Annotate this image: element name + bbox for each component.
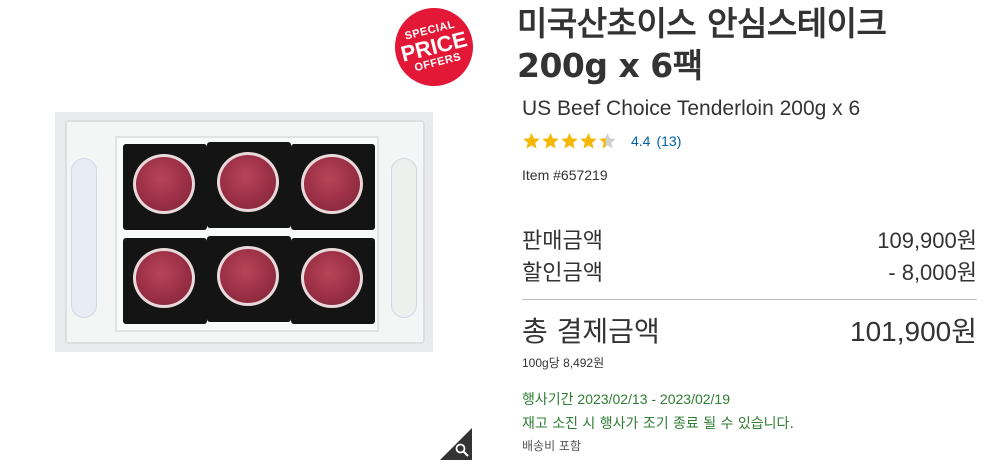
sale-price-row: 판매금액 109,900원 [517, 223, 977, 255]
product-title: 미국산초이스 안심스테이크 200g x 6팩 [517, 4, 887, 85]
star-icon [542, 133, 559, 149]
star-icon [599, 133, 616, 149]
total-price-row: 총 결제금액 101,900원 [517, 310, 977, 350]
product-info: 미국산초이스 안심스테이크 200g x 6팩 US Beef Choice T… [517, 0, 977, 454]
special-price-badge: SPECIAL PRICE OFFERS [386, 0, 482, 95]
shipping-info: 배송비 포함 [522, 439, 582, 453]
discount-value: - 8,000원 [888, 260, 977, 285]
total-price-label: 총 결제금액 [522, 315, 660, 348]
discount-label: 할인금액 [522, 261, 603, 286]
rating[interactable]: 4.4 (13) [517, 132, 977, 150]
steak-pack [123, 238, 207, 324]
discount-row: 할인금액 - 8,000원 [517, 255, 977, 287]
steak-pack [207, 236, 291, 322]
product-image[interactable] [55, 112, 433, 352]
star-icon [580, 133, 597, 149]
promo-note: 재고 소진 시 행사가 조기 종료 될 수 있습니다. [522, 416, 794, 432]
magnifier-icon [455, 443, 469, 457]
steak-pack [291, 144, 375, 230]
sale-price-label: 판매금액 [522, 229, 603, 254]
sale-price-value: 109,900원 [877, 228, 977, 253]
rating-score[interactable]: 4.4 [631, 133, 650, 149]
steak-pack [291, 238, 375, 324]
steak-tray [115, 136, 379, 332]
price-divider [522, 299, 977, 300]
promo-period: 행사기간 2023/02/13 - 2023/02/19 [522, 391, 730, 407]
review-count[interactable]: (13) [656, 133, 681, 149]
steak-pack [123, 144, 207, 230]
unit-price: 100g당 8,492원 [522, 356, 605, 370]
styrofoam-box [65, 120, 425, 344]
ice-pack-right [391, 158, 417, 318]
zoom-button[interactable] [440, 428, 472, 460]
item-number: Item #657219 [522, 167, 608, 183]
star-icon [561, 133, 578, 149]
ice-pack-left [71, 158, 97, 318]
star-rating [522, 132, 617, 150]
total-price-value: 101,900원 [850, 316, 977, 347]
product-gallery: SPECIAL PRICE OFFERS [0, 0, 482, 470]
steak-pack [207, 142, 291, 228]
star-icon [523, 133, 540, 149]
product-subtitle: US Beef Choice Tenderloin 200g x 6 [522, 97, 861, 120]
